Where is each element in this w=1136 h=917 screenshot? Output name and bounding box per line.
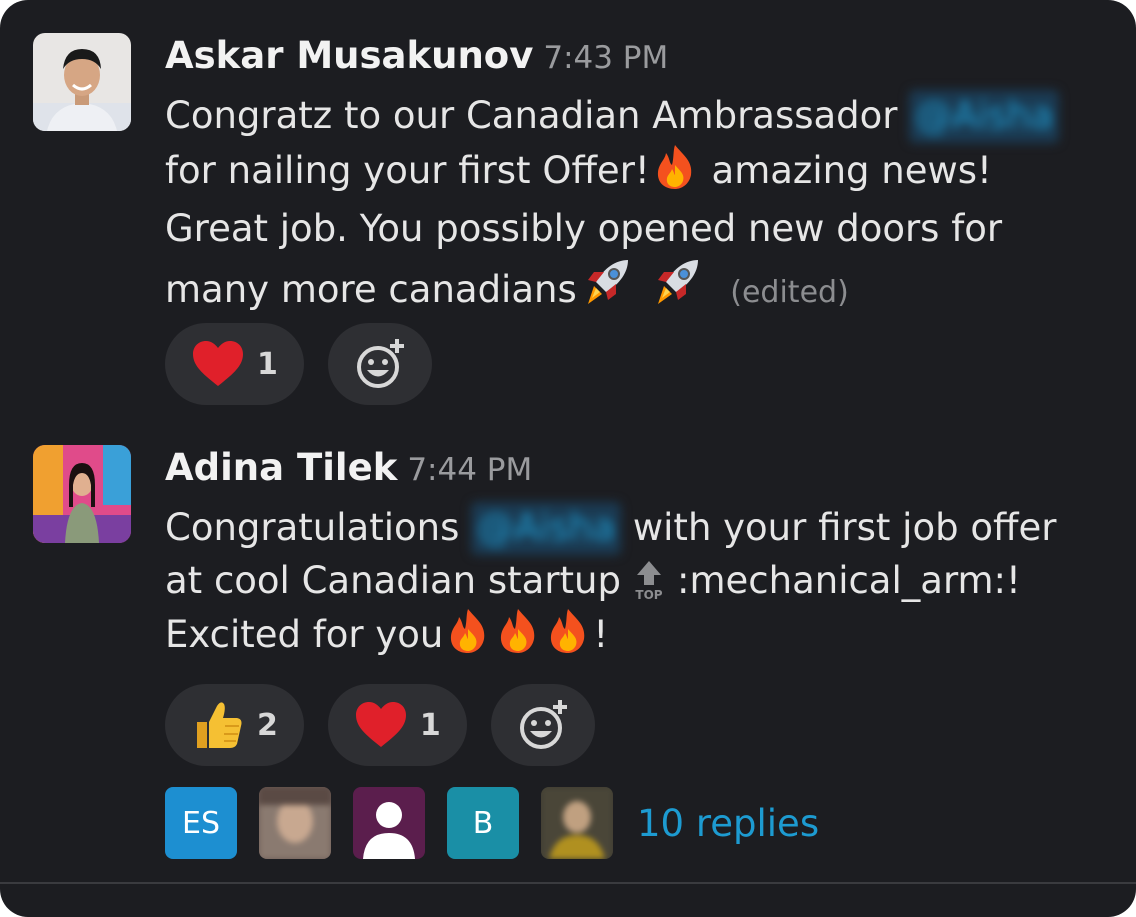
message-text: Great job. You possibly opened new doors… bbox=[165, 207, 1003, 250]
heart-emoji-icon bbox=[193, 341, 243, 386]
blurred-photo-icon bbox=[541, 787, 613, 859]
blurred-photo-icon bbox=[259, 787, 331, 859]
message-line: Great job. You possibly opened new doors… bbox=[165, 203, 1105, 256]
message-line: at cool Canadian startup TOP :mechanical_a… bbox=[165, 555, 1105, 608]
add-emoji-icon bbox=[356, 339, 404, 388]
author-name-text[interactable]: Adina Tilek bbox=[165, 446, 397, 489]
message-text: amazing news! bbox=[711, 148, 992, 192]
rocket-emoji-icon bbox=[650, 256, 702, 323]
user-mention[interactable]: @Aisha bbox=[909, 90, 1060, 143]
divider bbox=[0, 882, 1136, 884]
reply-avatar[interactable]: B bbox=[447, 787, 519, 859]
reaction-heart[interactable]: 1 bbox=[327, 684, 467, 766]
edited-label: (edited) bbox=[730, 274, 849, 310]
author-name-text[interactable]: Askar Musakunov bbox=[165, 34, 533, 77]
top-arrow-emoji-icon: TOP bbox=[631, 559, 667, 602]
thread-replies[interactable]: ES B 10 replies bbox=[165, 787, 819, 859]
reply-avatar-initials: B bbox=[472, 805, 494, 841]
author-name[interactable]: Askar Musakunov 7:43 PM bbox=[165, 34, 668, 80]
add-reaction-button[interactable] bbox=[490, 684, 595, 766]
reaction-count: 2 bbox=[257, 707, 278, 743]
reply-avatar-initials: ES bbox=[182, 805, 220, 841]
message-panel: Askar Musakunov 7:43 PM Congratz to our C… bbox=[0, 0, 1136, 917]
message-line: Excited for you! bbox=[165, 607, 1105, 668]
reply-avatar[interactable] bbox=[353, 787, 425, 859]
message-text: at cool Canadian startup bbox=[165, 558, 621, 602]
heart-emoji-icon bbox=[355, 702, 406, 747]
message-body: Congratz to our Canadian Ambrassador @Ai… bbox=[165, 90, 1105, 322]
user-placeholder-icon bbox=[363, 802, 415, 859]
add-emoji-icon bbox=[519, 700, 567, 749]
reaction-heart[interactable]: 1 bbox=[165, 323, 304, 405]
message-text: Congratz to our Canadian Ambrassador bbox=[165, 94, 898, 137]
avatar-photo-icon bbox=[33, 445, 131, 543]
fire-emoji-icon bbox=[546, 607, 590, 668]
reaction-count: 1 bbox=[419, 707, 441, 743]
timestamp[interactable]: 7:43 PM bbox=[543, 40, 668, 76]
message-text: Congratulations bbox=[165, 506, 460, 549]
replies-link[interactable]: 10 replies bbox=[637, 802, 819, 845]
thumbs-up-emoji-icon bbox=[197, 702, 242, 748]
reply-avatar[interactable]: ES bbox=[165, 787, 237, 859]
avatar-askar[interactable] bbox=[33, 33, 131, 131]
message-text: for nailing your first Offer! bbox=[165, 148, 650, 192]
fire-emoji-icon bbox=[496, 607, 540, 668]
message-line: Congratz to our Canadian Ambrassador @Ai… bbox=[165, 90, 1105, 143]
message-text: with your first job offer bbox=[632, 506, 1057, 549]
reply-avatar[interactable] bbox=[259, 787, 331, 859]
reaction-thumbs-up[interactable]: 2 bbox=[165, 684, 304, 766]
message-text: many more canadians bbox=[165, 267, 577, 311]
avatar-adina[interactable] bbox=[33, 445, 131, 543]
message-text: ! bbox=[593, 613, 609, 656]
reaction-bar: 1 bbox=[165, 323, 432, 405]
fire-emoji-icon bbox=[653, 143, 697, 204]
reaction-count: 1 bbox=[257, 346, 278, 382]
reaction-bar: 2 1 bbox=[165, 684, 595, 766]
message-text: Excited for you bbox=[165, 613, 444, 656]
author-name[interactable]: Adina Tilek 7:44 PM bbox=[165, 446, 532, 492]
message-text: :mechanical_arm:! bbox=[677, 558, 1021, 602]
message-body: Congratulations @Aisha with your first j… bbox=[165, 502, 1105, 668]
svg-text:TOP: TOP bbox=[635, 588, 662, 601]
user-mention[interactable]: @Aisha bbox=[471, 502, 622, 555]
add-reaction-button[interactable] bbox=[327, 323, 432, 405]
reply-avatar[interactable] bbox=[541, 787, 613, 859]
message-line: Congratulations @Aisha with your first j… bbox=[165, 502, 1105, 555]
message-line: many more canadians (edited) bbox=[165, 256, 1105, 323]
message-line: for nailing your first Offer! amazing ne… bbox=[165, 143, 1105, 204]
rocket-emoji-icon bbox=[580, 256, 632, 323]
timestamp[interactable]: 7:44 PM bbox=[407, 452, 532, 488]
avatar-photo-icon bbox=[33, 33, 131, 131]
fire-emoji-icon bbox=[446, 607, 490, 668]
